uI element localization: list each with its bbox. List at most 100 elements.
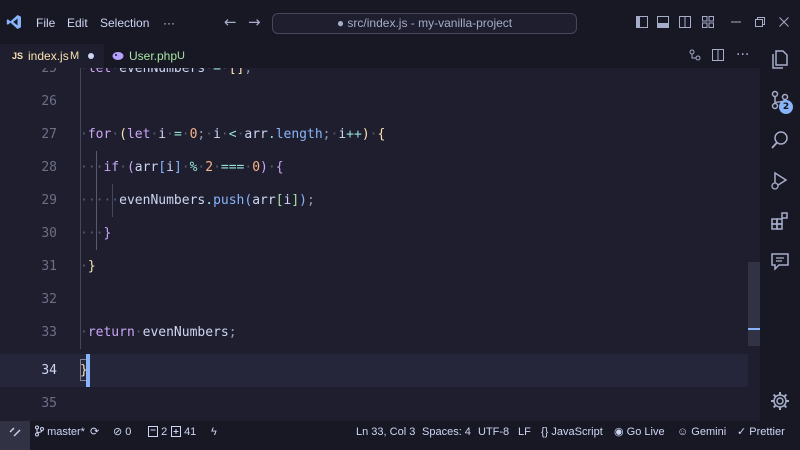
prettier-button[interactable]: ✓ Prettier <box>737 421 785 443</box>
code-text: ·let·evenNumbers·=·[]; <box>80 68 253 76</box>
open-changes-icon[interactable] <box>688 48 702 62</box>
remote-icon <box>9 427 21 437</box>
php-file-icon <box>112 52 124 60</box>
code-line: 27 ·for·(let·i·=·0;·i·<·arr.length;·i++)… <box>0 118 748 151</box>
code-line: 30 ···} <box>0 217 748 250</box>
vscode-logo-icon <box>6 15 21 29</box>
error-count: 0 <box>125 426 132 438</box>
toggle-panel-icon[interactable] <box>657 16 669 28</box>
line-number: 32 <box>41 292 57 307</box>
sync-icon[interactable]: ⟳ <box>90 421 99 443</box>
javascript-file-icon: JS <box>12 51 24 61</box>
extensions-icon[interactable] <box>769 210 791 232</box>
broadcast-icon: ◉ <box>614 426 624 438</box>
tab-label: User.php <box>129 49 178 63</box>
editor-tab-bar: JS index.js M User.php U ··· <box>0 44 760 68</box>
untracked-badge: U <box>177 50 185 62</box>
tab-index-js[interactable]: JS index.js M <box>0 44 104 68</box>
toggle-secondary-sidebar-icon[interactable] <box>679 16 691 28</box>
command-center[interactable]: ● src/index.js - my-vanilla-project <box>272 13 577 34</box>
explorer-icon[interactable] <box>769 48 791 70</box>
more-actions-icon[interactable]: ··· <box>736 44 750 63</box>
problems-indicator[interactable]: ⊘ 0 <box>113 421 131 443</box>
close-window-icon[interactable] <box>778 16 790 28</box>
prettier-label: Prettier <box>749 426 785 438</box>
line-ending[interactable]: LF <box>518 421 531 443</box>
back-arrow-icon[interactable]: ← <box>224 13 237 31</box>
menu-edit[interactable]: Edit <box>67 16 88 30</box>
toggle-primary-sidebar-icon[interactable] <box>636 16 648 28</box>
split-editor-icon[interactable] <box>711 48 725 62</box>
language-label: JavaScript <box>551 426 603 438</box>
line-number: 26 <box>41 94 57 109</box>
code-line: 26 <box>0 85 748 118</box>
line-number: 34 <box>41 363 57 378</box>
forward-arrow-icon[interactable]: → <box>248 13 261 31</box>
code-text: ···if·(arr[i]·%·2·===·0)·{ <box>80 160 284 175</box>
settings-gear-icon[interactable] <box>769 390 791 412</box>
remote-indicator[interactable] <box>0 421 30 450</box>
search-icon[interactable] <box>769 129 791 151</box>
editor-scrollbar[interactable] <box>748 68 760 421</box>
code-text: ·return·evenNumbers; <box>80 325 237 340</box>
line-number: 25 <box>41 68 57 76</box>
chat-icon[interactable] <box>769 250 791 272</box>
go-live-button[interactable]: ◉ Go Live <box>614 421 665 443</box>
line-number: 29 <box>41 193 57 208</box>
encoding[interactable]: UTF-8 <box>478 421 509 443</box>
code-line: 28 ···if·(arr[i]·%·2·===·0)·{ <box>0 151 748 184</box>
gemini-label: Gemini <box>691 426 727 438</box>
line-number: 30 <box>41 226 57 241</box>
gemini-button[interactable]: ☺ Gemini <box>677 421 726 443</box>
text-cursor <box>86 354 90 387</box>
changes-count: 41 <box>184 426 197 438</box>
code-line: 31 ·} <box>0 250 748 283</box>
changes-indicator[interactable]: 41 <box>171 421 196 443</box>
line-number: 27 <box>41 127 57 142</box>
code-editor[interactable]: 25 ·let·evenNumbers·=·[]; 26 27 ·for·(le… <box>0 68 760 421</box>
indent-guide <box>80 68 81 349</box>
scm-count-badge: 2 <box>779 100 793 114</box>
indent-guide <box>96 151 97 250</box>
current-code-line: 34 } <box>0 354 748 387</box>
indentation[interactable]: Spaces: 4 <box>422 421 471 443</box>
menu-file[interactable]: File <box>36 16 55 30</box>
customize-layout-icon[interactable] <box>702 16 714 28</box>
files-icon <box>148 426 158 437</box>
code-text: ·} <box>80 259 96 274</box>
go-live-label: Go Live <box>626 426 665 438</box>
scrollbar-thumb[interactable] <box>748 262 760 346</box>
branch-name: master* <box>47 426 85 438</box>
minimize-icon[interactable] <box>730 16 742 28</box>
files-count: 2 <box>161 426 168 438</box>
double-check-icon: ✓ <box>737 426 747 438</box>
line-number: 31 <box>41 259 57 274</box>
cursor-position[interactable]: Ln 33, Col 3 <box>356 421 415 443</box>
run-debug-icon[interactable] <box>769 169 791 191</box>
language-mode[interactable]: {} JavaScript <box>541 421 603 443</box>
line-number: 35 <box>41 396 57 411</box>
no-problems-icon: ⊘ <box>113 426 123 438</box>
modified-badge: M <box>70 50 80 62</box>
tab-label: index.js <box>28 49 69 63</box>
tab-user-php[interactable]: User.php U <box>104 44 200 68</box>
menu-more[interactable]: ··· <box>163 16 175 30</box>
restore-icon[interactable] <box>754 16 766 28</box>
code-text: ·····evenNumbers.push(arr[i]); <box>80 193 315 208</box>
activity-bar <box>760 44 800 421</box>
code-line: 33 ·return·evenNumbers; <box>0 316 748 349</box>
gemini-icon: ☺ <box>677 426 689 438</box>
code-line: 32 <box>0 283 748 316</box>
files-indicator[interactable]: 2 <box>148 421 167 443</box>
scrollbar-cursor-marker <box>748 328 760 330</box>
ports-icon[interactable]: ϟ <box>211 421 217 443</box>
unsaved-dot-icon[interactable] <box>88 53 94 59</box>
braces-icon: {} <box>541 426 549 438</box>
menu-selection[interactable]: Selection <box>100 16 149 30</box>
branch-indicator[interactable]: master* <box>34 421 85 443</box>
changes-icon <box>171 426 181 437</box>
line-number: 33 <box>41 325 57 340</box>
git-branch-icon <box>35 425 44 437</box>
title-bar: File Edit Selection ··· ← → ● src/index.… <box>0 0 800 44</box>
code-text: ·for·(let·i·=·0;·i·<·arr.length;·i++)·{ <box>80 127 386 142</box>
